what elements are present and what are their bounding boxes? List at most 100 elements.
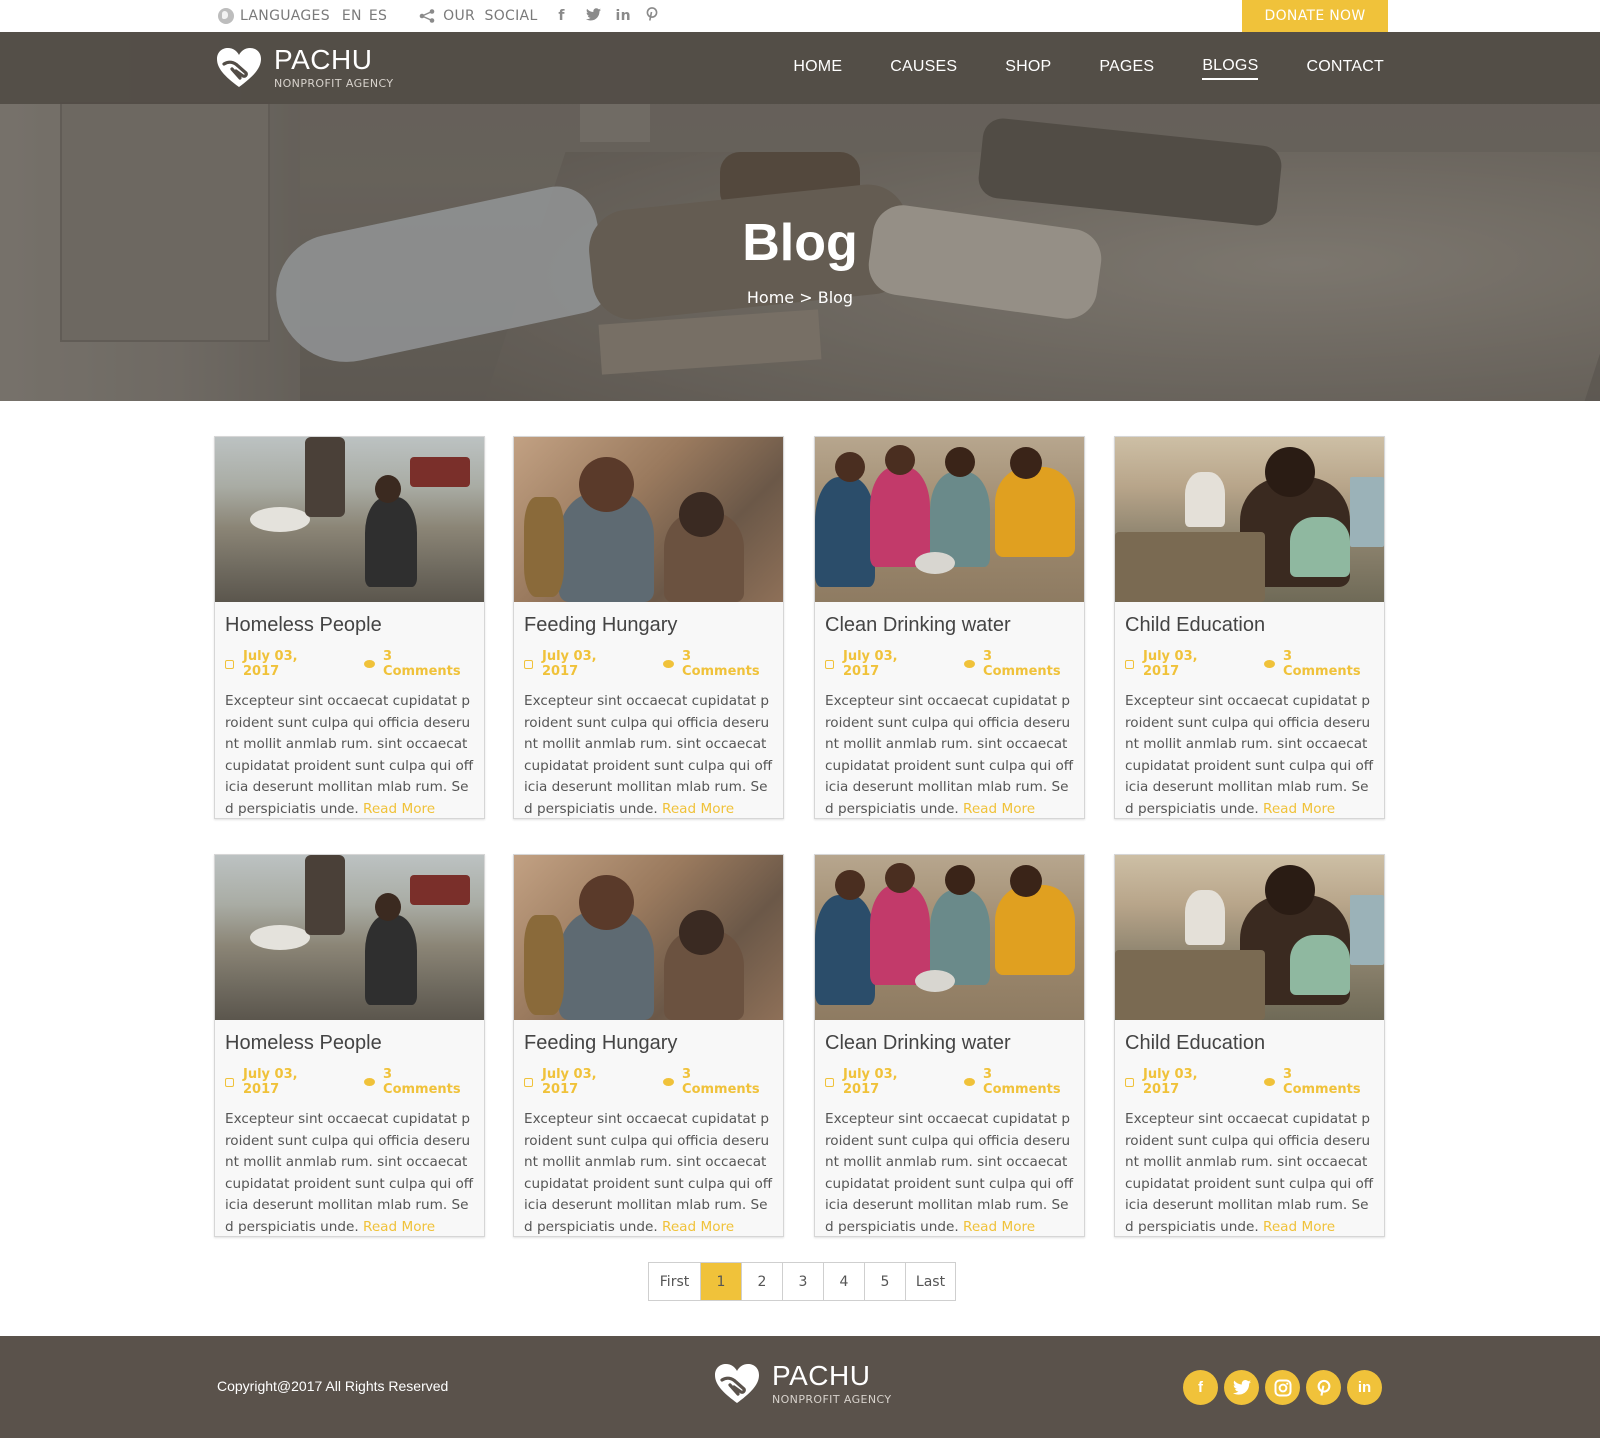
post-comments[interactable]: 3 Comments — [682, 1067, 773, 1097]
breadcrumb[interactable]: Home > Blog — [0, 288, 1600, 307]
post-title[interactable]: Child Education — [1125, 1032, 1374, 1055]
blog-card: Child Education July 03, 2017 3 Comments… — [1114, 854, 1385, 1237]
blog-card: Feeding Hungary July 03, 2017 3 Comments… — [513, 854, 784, 1237]
read-more-link[interactable]: Read More — [662, 801, 734, 817]
languages-label: LANGUAGES — [240, 8, 330, 24]
post-thumbnail[interactable] — [215, 855, 484, 1020]
post-comments[interactable]: 3 Comments — [383, 649, 474, 679]
post-title[interactable]: Feeding Hungary — [524, 614, 773, 637]
calendar-icon — [225, 1077, 234, 1087]
nav-shop[interactable]: SHOP — [1005, 58, 1051, 79]
blog-card: Clean Drinking water July 03, 2017 3 Com… — [814, 436, 1085, 819]
read-more-link[interactable]: Read More — [363, 1219, 435, 1235]
pagination-page-4[interactable]: 4 — [824, 1263, 865, 1300]
page-title: Blog — [742, 214, 858, 272]
read-more-link[interactable]: Read More — [662, 1219, 734, 1235]
nav-contact[interactable]: CONTACT — [1306, 58, 1384, 79]
post-comments[interactable]: 3 Comments — [383, 1067, 474, 1097]
read-more-link[interactable]: Read More — [1263, 801, 1335, 817]
comment-icon — [1264, 1078, 1276, 1086]
facebook-icon[interactable]: f — [1183, 1370, 1218, 1405]
post-thumbnail[interactable] — [215, 437, 484, 602]
comment-icon — [364, 660, 376, 668]
read-more-link[interactable]: Read More — [363, 801, 435, 817]
pinterest-icon[interactable] — [1306, 1370, 1341, 1405]
brand-tagline: NONPROFIT AGENCY — [274, 77, 394, 90]
post-title[interactable]: Feeding Hungary — [524, 1032, 773, 1055]
post-title[interactable]: Child Education — [1125, 614, 1374, 637]
post-comments[interactable]: 3 Comments — [1283, 1067, 1374, 1097]
pagination-page-1[interactable]: 1 — [701, 1263, 742, 1300]
linkedin-icon[interactable]: in — [616, 8, 631, 24]
post-date: July 03, 2017 — [1142, 1067, 1198, 1097]
comment-icon — [964, 660, 976, 668]
post-title[interactable]: Clean Drinking water — [825, 1032, 1074, 1055]
twitter-icon[interactable] — [585, 7, 601, 25]
pagination-last[interactable]: Last — [906, 1263, 955, 1300]
donate-now-button[interactable]: DONATE NOW — [1242, 0, 1388, 32]
pagination-page-2[interactable]: 2 — [742, 1263, 783, 1300]
post-date: July 03, 2017 — [242, 649, 298, 679]
pagination-page-5[interactable]: 5 — [865, 1263, 906, 1300]
post-thumbnail[interactable] — [815, 437, 1084, 602]
post-thumbnail[interactable] — [1115, 437, 1384, 602]
brand-tagline: NONPROFIT AGENCY — [772, 1393, 892, 1406]
post-date: July 03, 2017 — [842, 1067, 898, 1097]
post-comments[interactable]: 3 Comments — [983, 1067, 1074, 1097]
heart-hand-logo-icon — [217, 48, 261, 87]
post-title[interactable]: Clean Drinking water — [825, 614, 1074, 637]
lang-en-link[interactable]: EN — [342, 8, 362, 24]
globe-icon — [218, 8, 234, 24]
nav-pages[interactable]: PAGES — [1099, 58, 1154, 79]
post-title[interactable]: Homeless People — [225, 1032, 474, 1055]
post-title[interactable]: Homeless People — [225, 614, 474, 637]
calendar-icon — [225, 659, 234, 669]
nav-home[interactable]: HOME — [793, 58, 842, 79]
post-comments[interactable]: 3 Comments — [1283, 649, 1374, 679]
comment-icon — [964, 1078, 976, 1086]
read-more-link[interactable]: Read More — [963, 801, 1035, 817]
footer-social-links: f in — [1183, 1370, 1388, 1405]
nav-blogs[interactable]: BLOGS — [1202, 57, 1259, 80]
post-comments[interactable]: 3 Comments — [983, 649, 1074, 679]
pagination-page-3[interactable]: 3 — [783, 1263, 824, 1300]
header-logo[interactable]: PACHU NONPROFIT AGENCY — [216, 46, 393, 90]
post-thumbnail[interactable] — [514, 855, 783, 1020]
comment-icon — [1264, 660, 1276, 668]
post-thumbnail[interactable] — [1115, 855, 1384, 1020]
post-excerpt: Excepteur sint occaecat cupidatat proide… — [225, 693, 474, 817]
instagram-icon[interactable] — [1265, 1370, 1300, 1405]
post-excerpt: Excepteur sint occaecat cupidatat proide… — [225, 1111, 474, 1235]
read-more-link[interactable]: Read More — [963, 1219, 1035, 1235]
read-more-link[interactable]: Read More — [1263, 1219, 1335, 1235]
primary-nav: HOME CAUSES SHOP PAGES BLOGS CONTACT — [745, 32, 1384, 104]
blog-card: Feeding Hungary July 03, 2017 3 Comments… — [513, 436, 784, 819]
pinterest-icon[interactable] — [646, 7, 658, 25]
post-date: July 03, 2017 — [1142, 649, 1198, 679]
post-excerpt: Excepteur sint occaecat cupidatat proide… — [1125, 1111, 1374, 1235]
heart-hand-logo-icon — [715, 1364, 759, 1403]
post-excerpt: Excepteur sint occaecat cupidatat proide… — [825, 693, 1074, 817]
pagination-first[interactable]: First — [649, 1263, 701, 1300]
post-thumbnail[interactable] — [514, 437, 783, 602]
footer-logo[interactable]: PACHU NONPROFIT AGENCY — [714, 1362, 891, 1406]
blog-card: Child Education July 03, 2017 3 Comments… — [1114, 436, 1385, 819]
post-date: July 03, 2017 — [842, 649, 898, 679]
nav-causes[interactable]: CAUSES — [890, 58, 957, 79]
lang-es-link[interactable]: ES — [369, 8, 387, 24]
copyright-text: Copyright@2017 All Rights Reserved — [217, 1378, 449, 1394]
linkedin-icon[interactable]: in — [1347, 1370, 1382, 1405]
post-excerpt: Excepteur sint occaecat cupidatat proide… — [524, 1111, 773, 1235]
pagination: First 1 2 3 4 5 Last — [648, 1262, 956, 1301]
post-date: July 03, 2017 — [541, 649, 597, 679]
facebook-icon[interactable]: f — [556, 8, 568, 24]
blog-card: Homeless People July 03, 2017 3 Comments… — [214, 436, 485, 819]
calendar-icon — [825, 659, 834, 669]
calendar-icon — [1125, 1077, 1134, 1087]
twitter-icon[interactable] — [1224, 1370, 1259, 1405]
brand-name: PACHU — [772, 1360, 871, 1391]
post-excerpt: Excepteur sint occaecat cupidatat proide… — [524, 693, 773, 817]
post-comments[interactable]: 3 Comments — [682, 649, 773, 679]
calendar-icon — [524, 659, 533, 669]
post-thumbnail[interactable] — [815, 855, 1084, 1020]
